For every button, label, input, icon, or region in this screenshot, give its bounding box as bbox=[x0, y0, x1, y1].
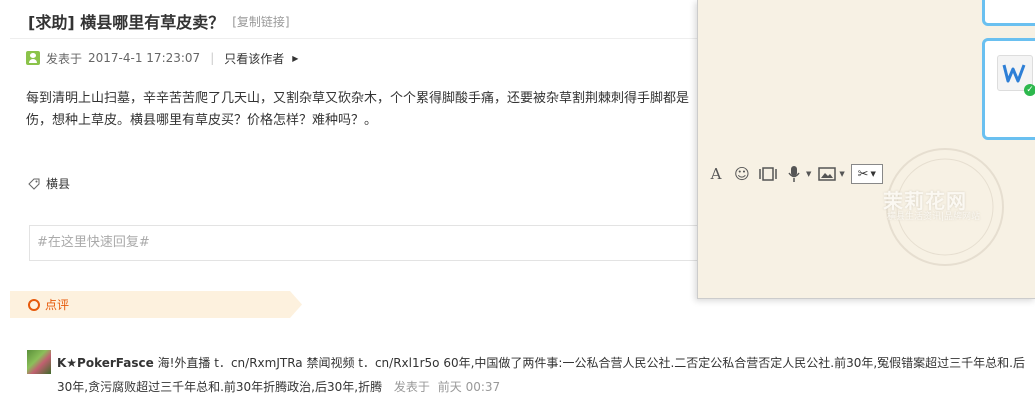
mic-dropdown-icon[interactable]: ▼ bbox=[806, 170, 811, 178]
circle-icon bbox=[28, 298, 40, 311]
mic-icon[interactable] bbox=[784, 164, 804, 184]
dianping-label: 点评 bbox=[45, 298, 70, 312]
posted-time: 2017-4-1 17:23:07 bbox=[88, 51, 201, 65]
screenshot-frame-icon[interactable] bbox=[758, 164, 778, 184]
post-body: 每到清明上山扫墓，辛辛苦苦爬了几天山，又割杂草又砍杂木，个个累得脚酸手痛，还要被… bbox=[26, 91, 690, 128]
comment-posted-label: 发表于 bbox=[393, 380, 430, 394]
comment-username[interactable]: K★PokerFasce bbox=[57, 356, 154, 370]
chat-toolbar: A ☺ ▼ ▼ ✂ ▼ bbox=[706, 163, 883, 185]
copy-link-button[interactable]: [复制链接] bbox=[232, 13, 289, 30]
tag-row: 横县 bbox=[28, 175, 70, 192]
comment-time: 前天 00:37 bbox=[437, 380, 501, 394]
post-title: [求助] 横县哪里有草皮卖？ bbox=[28, 13, 225, 32]
user-icon bbox=[26, 51, 40, 65]
meta-separator: | bbox=[210, 51, 215, 65]
posted-label: 发表于 bbox=[46, 51, 83, 66]
chat-window: ✓ A ☺ ▼ ▼ ✂ ▼ 茉莉花网 横县生活资讯|品牌网站 bbox=[697, 0, 1035, 299]
post-meta: 发表于 2017-4-1 17:23:07 | 只看该作者 ▶ bbox=[26, 48, 298, 68]
chat-card[interactable] bbox=[982, 0, 1035, 26]
font-icon[interactable]: A bbox=[706, 164, 726, 184]
post-title-row: [求助] 横县哪里有草皮卖？ [复制链接] bbox=[28, 8, 290, 34]
check-icon: ✓ bbox=[1024, 84, 1035, 96]
comment-item: K★PokerFasce 海!外直播 t．cn/RxmJTRa 禁闻视频 t．c… bbox=[57, 351, 1027, 399]
avatar[interactable] bbox=[27, 350, 51, 374]
tag-icon bbox=[28, 178, 40, 190]
image-dropdown-icon[interactable]: ▼ bbox=[839, 170, 844, 178]
site-watermark: 茉莉花网 横县生活资讯|品牌网站 bbox=[875, 145, 1025, 285]
quick-reply-input[interactable]: #在这里快速回复# bbox=[29, 225, 699, 261]
emoji-icon[interactable]: ☺ bbox=[732, 164, 752, 184]
image-icon[interactable] bbox=[817, 164, 837, 184]
chat-file-card[interactable]: ✓ bbox=[982, 38, 1035, 140]
chevron-right-icon: ▶ bbox=[292, 53, 299, 63]
wps-document-icon: ✓ bbox=[997, 55, 1035, 96]
dianping-header: 点评 bbox=[10, 291, 302, 318]
watermark-subtext: 横县生活资讯|品牌网站 bbox=[887, 212, 981, 222]
comment-text: 海!外直播 t．cn/RxmJTRa 禁闻视频 t．cn/Rxl1r5o 60年… bbox=[57, 356, 1025, 394]
tag-link[interactable]: 横县 bbox=[46, 175, 70, 192]
author-only-link[interactable]: 只看该作者 bbox=[224, 50, 284, 67]
